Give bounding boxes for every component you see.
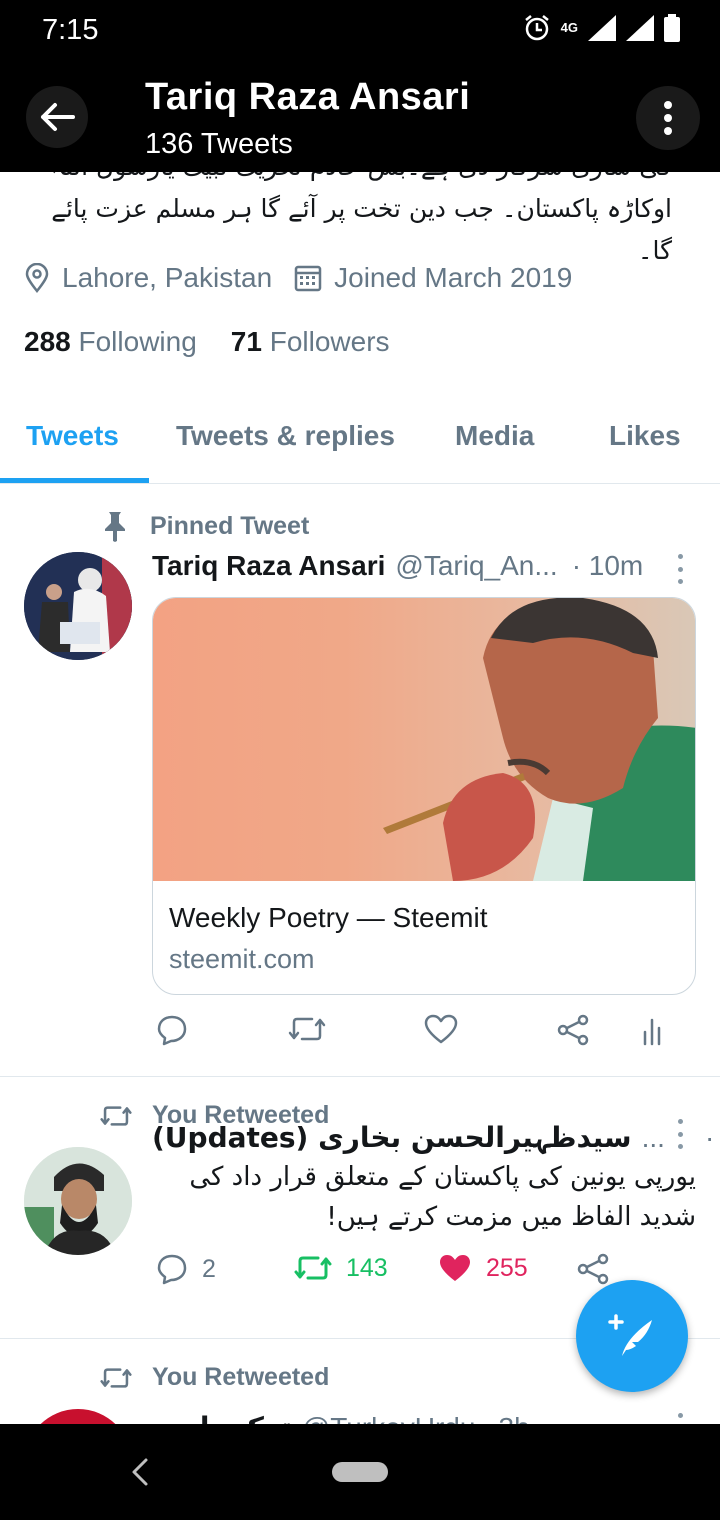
joined-text: Joined March 2019 (334, 262, 573, 293)
followers-label: Followers (269, 326, 390, 357)
tweet-context: Pinned Tweet (100, 510, 309, 542)
tweet-time: · 10m (571, 550, 644, 581)
battery-icon (664, 14, 680, 42)
following-count: 288 (24, 326, 71, 357)
heart-filled-icon (440, 1255, 470, 1281)
tab-tweets-replies[interactable]: Tweets & replies (176, 420, 395, 452)
share-icon (577, 1253, 609, 1285)
profile-content: کی ساری سرکار دی ہے۔بس خادم تحریک لبیک ی… (0, 172, 720, 1424)
like-button[interactable] (424, 1014, 458, 1044)
location-pin-icon (25, 263, 49, 293)
share-button[interactable] (576, 1253, 610, 1285)
back-button[interactable] (26, 86, 88, 148)
portrait-illustration (383, 598, 695, 881)
compose-feather-icon (608, 1314, 652, 1356)
tweet-author: (Updates) سیدظہیرالحسن بخاری ... · 7h (152, 1121, 720, 1154)
tweet-more-icon[interactable] (670, 1413, 690, 1424)
following-label: Following (78, 326, 197, 357)
pin-icon (105, 512, 125, 542)
tweet-context: You Retweeted (100, 1363, 329, 1392)
calendar-icon (294, 265, 322, 292)
arrow-left-icon (41, 103, 75, 131)
active-tab-indicator (0, 478, 149, 483)
followers-link[interactable]: 71 Followers (231, 326, 390, 358)
avatar[interactable] (24, 552, 132, 660)
tweet-item[interactable]: Pinned Tweet Tariq Raza Ansari @Tariq_An… (0, 484, 720, 1076)
alarm-icon (524, 15, 549, 41)
profile-header: Tariq Raza Ansari 136 Tweets (0, 62, 720, 172)
retweet-icon (100, 1367, 132, 1388)
author-handle: @Tariq_An... (395, 550, 558, 581)
status-bar: 7:15 4G (0, 0, 720, 62)
tweet-more-icon[interactable] (670, 554, 690, 584)
reply-icon (157, 1015, 187, 1046)
followers-count: 71 (230, 326, 262, 357)
avatar[interactable] (24, 1147, 132, 1255)
signal-icon (588, 15, 616, 41)
tweet-time: · 7h (704, 1122, 720, 1153)
profile-meta: Lahore, Pakistan Joined March 2019 (24, 262, 594, 294)
tweet-author: ترکی اردو @TurkeyUrdu · 3h (152, 1411, 530, 1424)
status-icons: 4G (523, 14, 680, 42)
analytics-button[interactable] (642, 1014, 666, 1046)
nav-home-pill[interactable] (332, 1462, 388, 1482)
card-image (153, 598, 695, 881)
reply-button[interactable]: 2 (156, 1253, 216, 1285)
tab-likes[interactable]: Likes (609, 420, 681, 452)
reply-button[interactable] (156, 1014, 188, 1046)
following-link[interactable]: 288 Following (24, 326, 197, 358)
network-type: 4G (560, 20, 578, 35)
tab-tweets[interactable]: Tweets (26, 420, 119, 452)
author-name[interactable]: ترکی اردو (152, 1411, 292, 1424)
link-card[interactable]: Weekly Poetry — Steemit steemit.com (152, 597, 696, 995)
profile-bio: کی ساری سرکار دی ہے۔بس خادم تحریک لبیک ی… (12, 172, 672, 272)
pinned-label: Pinned Tweet (150, 511, 310, 540)
avatar-image (24, 552, 132, 660)
author-name[interactable]: Tariq Raza Ansari (152, 550, 385, 582)
tweet-more-icon[interactable] (670, 1119, 690, 1149)
status-time: 7:15 (42, 14, 99, 46)
analytics-icon (643, 1018, 661, 1046)
retweet-icon-active (294, 1256, 332, 1280)
like-count: 255 (486, 1253, 528, 1282)
card-title: Weekly Poetry — Steemit (169, 902, 488, 933)
card-domain: steemit.com (169, 944, 315, 974)
retweet-icon (288, 1017, 326, 1041)
author-name[interactable]: (Updates) سیدظہیرالحسن بخاری (152, 1121, 632, 1154)
retweet-count: 143 (346, 1253, 388, 1282)
like-button[interactable]: 255 (438, 1253, 528, 1283)
author-handle: ... (641, 1122, 665, 1153)
bio-line-1: کی ساری سرکار دی ہے۔بس خادم تحریک لبیک ی… (12, 172, 672, 188)
signal-icon-2 (626, 15, 654, 41)
more-vertical-icon (664, 101, 672, 135)
tab-media[interactable]: Media (455, 420, 534, 452)
retweeted-label: You Retweeted (152, 1363, 330, 1391)
nav-back-icon[interactable] (128, 1452, 152, 1492)
follow-stats: 288 Following 71 Followers (24, 326, 390, 358)
tweet-actions (152, 1014, 692, 1054)
retweet-icon (100, 1105, 132, 1126)
heart-icon (424, 1014, 458, 1044)
tweet-count: 136 Tweets (145, 128, 293, 160)
avatar[interactable] (24, 1409, 132, 1424)
tweet-text: یورپی یونین کی پاکستان کے متعلق قرار داد… (189, 1162, 696, 1232)
tweet-author: Tariq Raza Ansari @Tariq_An... · 10m (152, 550, 643, 582)
profile-tabs: Tweets Tweets & replies Media Likes (0, 412, 720, 484)
tweet-time: · 3h (481, 1412, 529, 1424)
reply-count: 2 (202, 1254, 216, 1283)
author-handle: @TurkeyUrdu (302, 1412, 476, 1424)
reply-icon (157, 1254, 187, 1285)
header-title: Tariq Raza Ansari (145, 76, 471, 118)
compose-tweet-button[interactable] (576, 1280, 688, 1392)
more-options-button[interactable] (636, 86, 700, 150)
joined-date: Joined March 2019 (294, 262, 572, 294)
location-text: Lahore, Pakistan (62, 262, 273, 293)
location: Lahore, Pakistan (24, 262, 272, 294)
retweet-button[interactable] (288, 1014, 326, 1044)
retweet-button[interactable]: 143 (294, 1253, 388, 1283)
share-icon (557, 1014, 589, 1046)
avatar-image (24, 1147, 132, 1255)
share-button[interactable] (556, 1014, 590, 1046)
bio-line-2: اوکاڑہ پاکستان۔ جب دین تخت پر آئے گا ہر … (51, 194, 672, 265)
